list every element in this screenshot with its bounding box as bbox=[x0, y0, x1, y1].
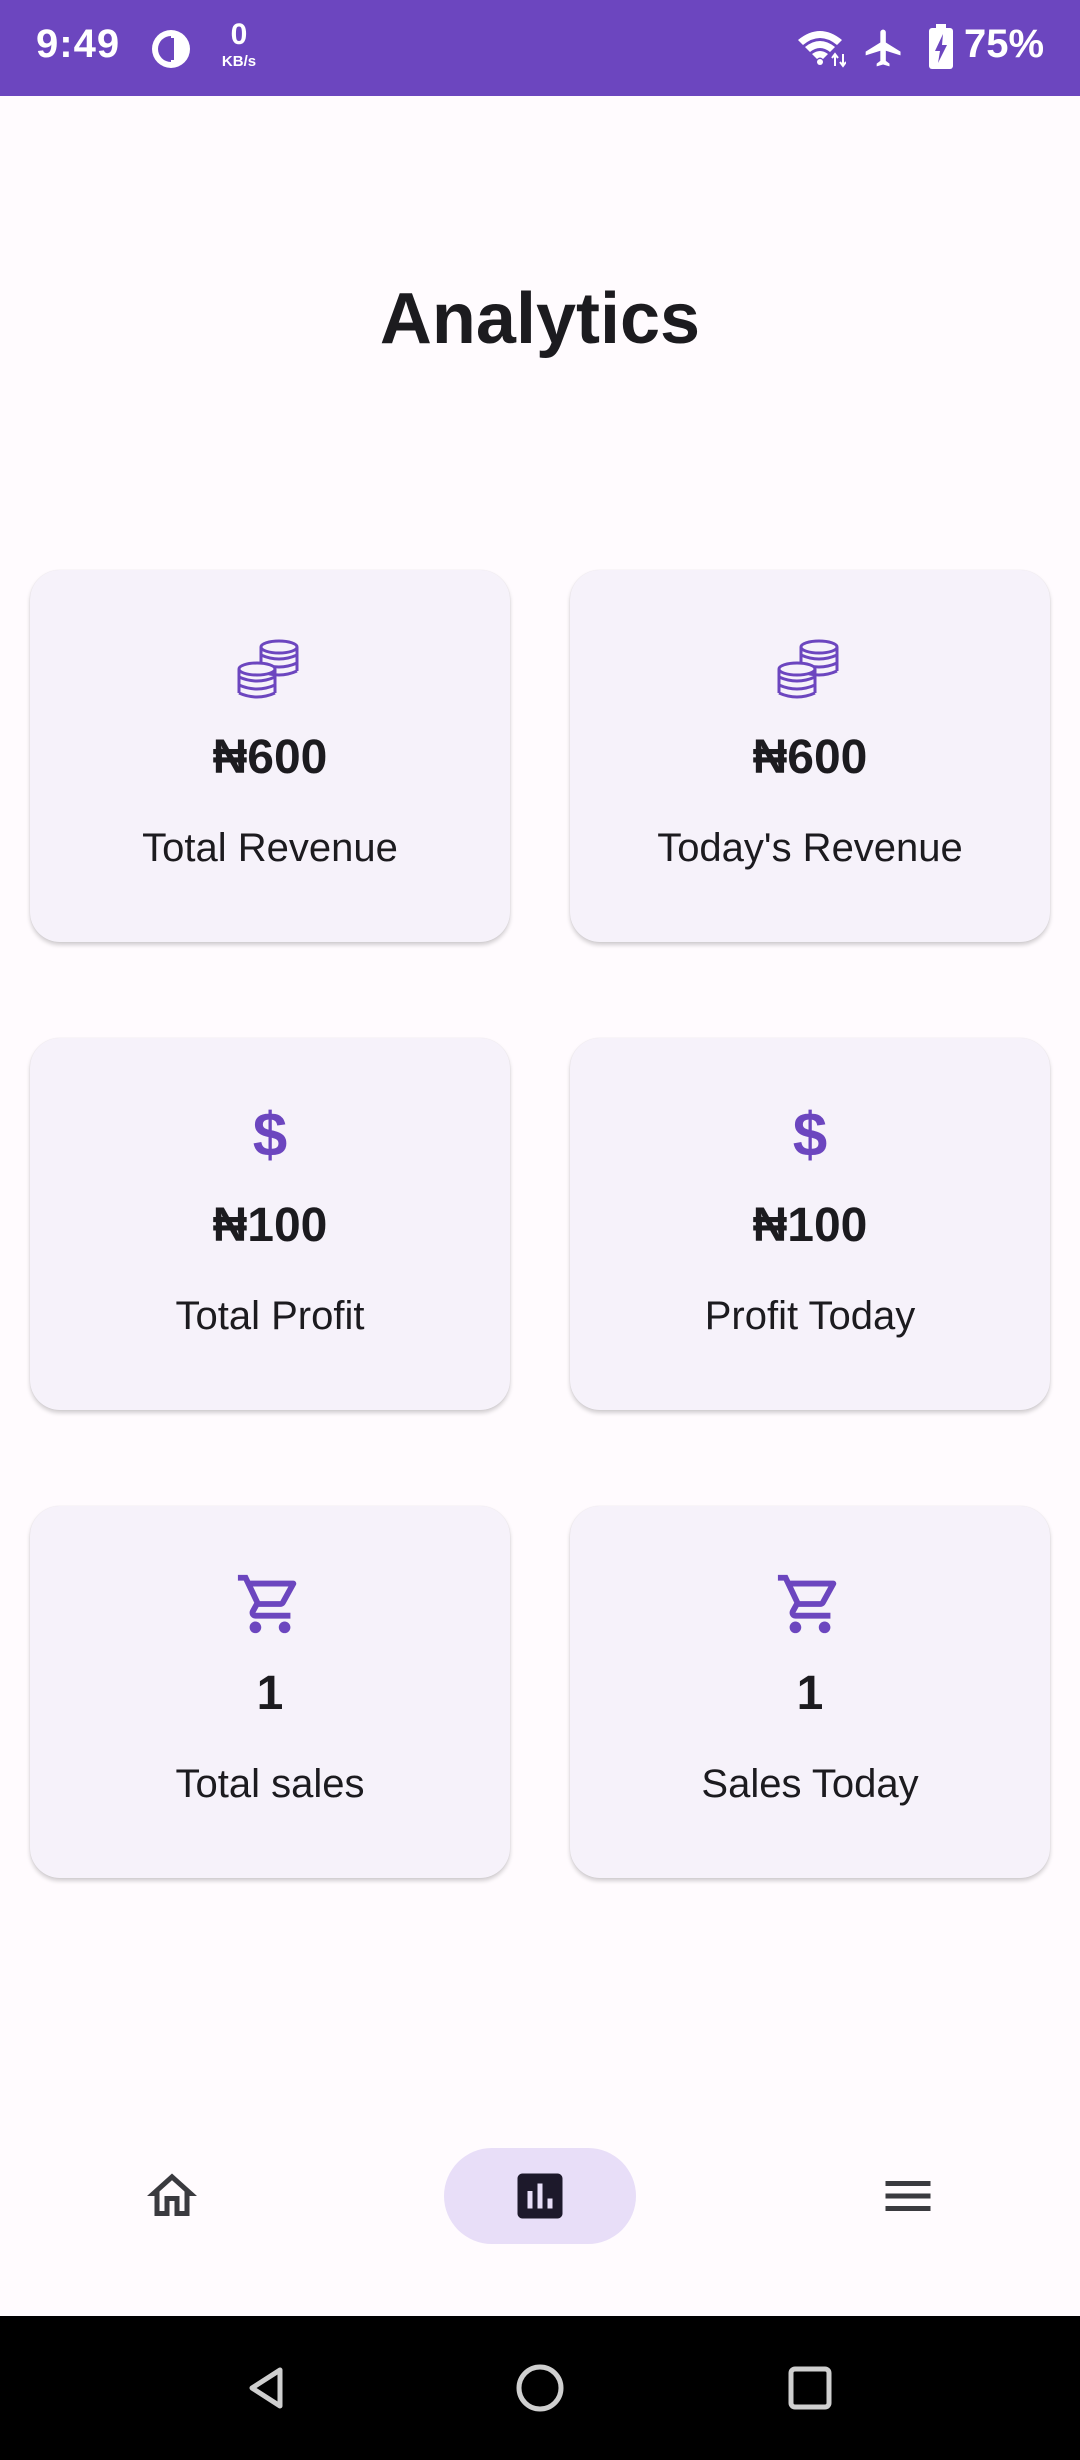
home-circle-icon[interactable] bbox=[508, 2356, 572, 2420]
battery-percentage: 75% bbox=[964, 22, 1045, 66]
system-navigation-bar bbox=[0, 2316, 1080, 2460]
card-label: Today's Revenue bbox=[657, 826, 963, 870]
dollar-icon: $ bbox=[30, 1096, 510, 1176]
airplane-mode-icon bbox=[865, 29, 901, 67]
card-label: Sales Today bbox=[701, 1762, 919, 1806]
total-revenue-card[interactable]: ₦600 Total Revenue bbox=[30, 570, 510, 942]
card-value: ₦600 bbox=[212, 731, 328, 784]
total-profit-card[interactable]: $ ₦100 Total Profit bbox=[30, 1038, 510, 1410]
card-label: Total Revenue bbox=[142, 826, 398, 870]
card-value: 1 bbox=[256, 1667, 284, 1720]
sales-today-card[interactable]: 1 Sales Today bbox=[570, 1506, 1050, 1878]
status-time: 9:49 bbox=[36, 22, 121, 66]
page-title: Analytics bbox=[379, 279, 701, 359]
dollar-icon: $ bbox=[570, 1096, 1050, 1176]
wifi-icon bbox=[798, 31, 846, 68]
card-value: ₦100 bbox=[752, 1199, 868, 1252]
nav-menu-button[interactable] bbox=[846, 2148, 970, 2244]
card-value: 1 bbox=[796, 1667, 824, 1720]
card-label: Total Profit bbox=[175, 1294, 365, 1338]
card-label: Total sales bbox=[175, 1762, 365, 1806]
status-bar: 9:49 0 KB/s 75% bbox=[0, 0, 1080, 96]
battery-charging-icon bbox=[929, 24, 953, 69]
analytics-icon bbox=[517, 2173, 563, 2219]
cart-icon bbox=[30, 1564, 510, 1644]
bottom-navigation bbox=[0, 2100, 1080, 2316]
recents-icon[interactable] bbox=[778, 2356, 842, 2420]
home-icon bbox=[147, 2173, 197, 2216]
card-label: Profit Today bbox=[704, 1294, 916, 1338]
todays-revenue-card[interactable]: ₦600 Today's Revenue bbox=[570, 570, 1050, 942]
dollar-glyph: $ bbox=[792, 1101, 828, 1170]
card-value: ₦100 bbox=[212, 1199, 328, 1252]
total-sales-card[interactable]: 1 Total sales bbox=[30, 1506, 510, 1878]
dollar-glyph: $ bbox=[252, 1101, 288, 1170]
network-speed: 0 KB/s bbox=[214, 18, 264, 70]
profit-today-card[interactable]: $ ₦100 Profit Today bbox=[570, 1038, 1050, 1410]
coins-icon bbox=[30, 628, 510, 708]
nav-analytics-button[interactable] bbox=[444, 2148, 636, 2244]
network-speed-unit: KB/s bbox=[221, 53, 257, 70]
cart-icon bbox=[570, 1564, 1050, 1644]
network-speed-value: 0 bbox=[230, 18, 248, 51]
app-notification-icon bbox=[152, 30, 190, 68]
card-value: ₦600 bbox=[752, 731, 868, 784]
back-icon[interactable] bbox=[236, 2356, 300, 2420]
nav-home-button[interactable] bbox=[110, 2148, 234, 2244]
coins-icon bbox=[570, 628, 1050, 708]
menu-icon bbox=[885, 2181, 931, 2211]
